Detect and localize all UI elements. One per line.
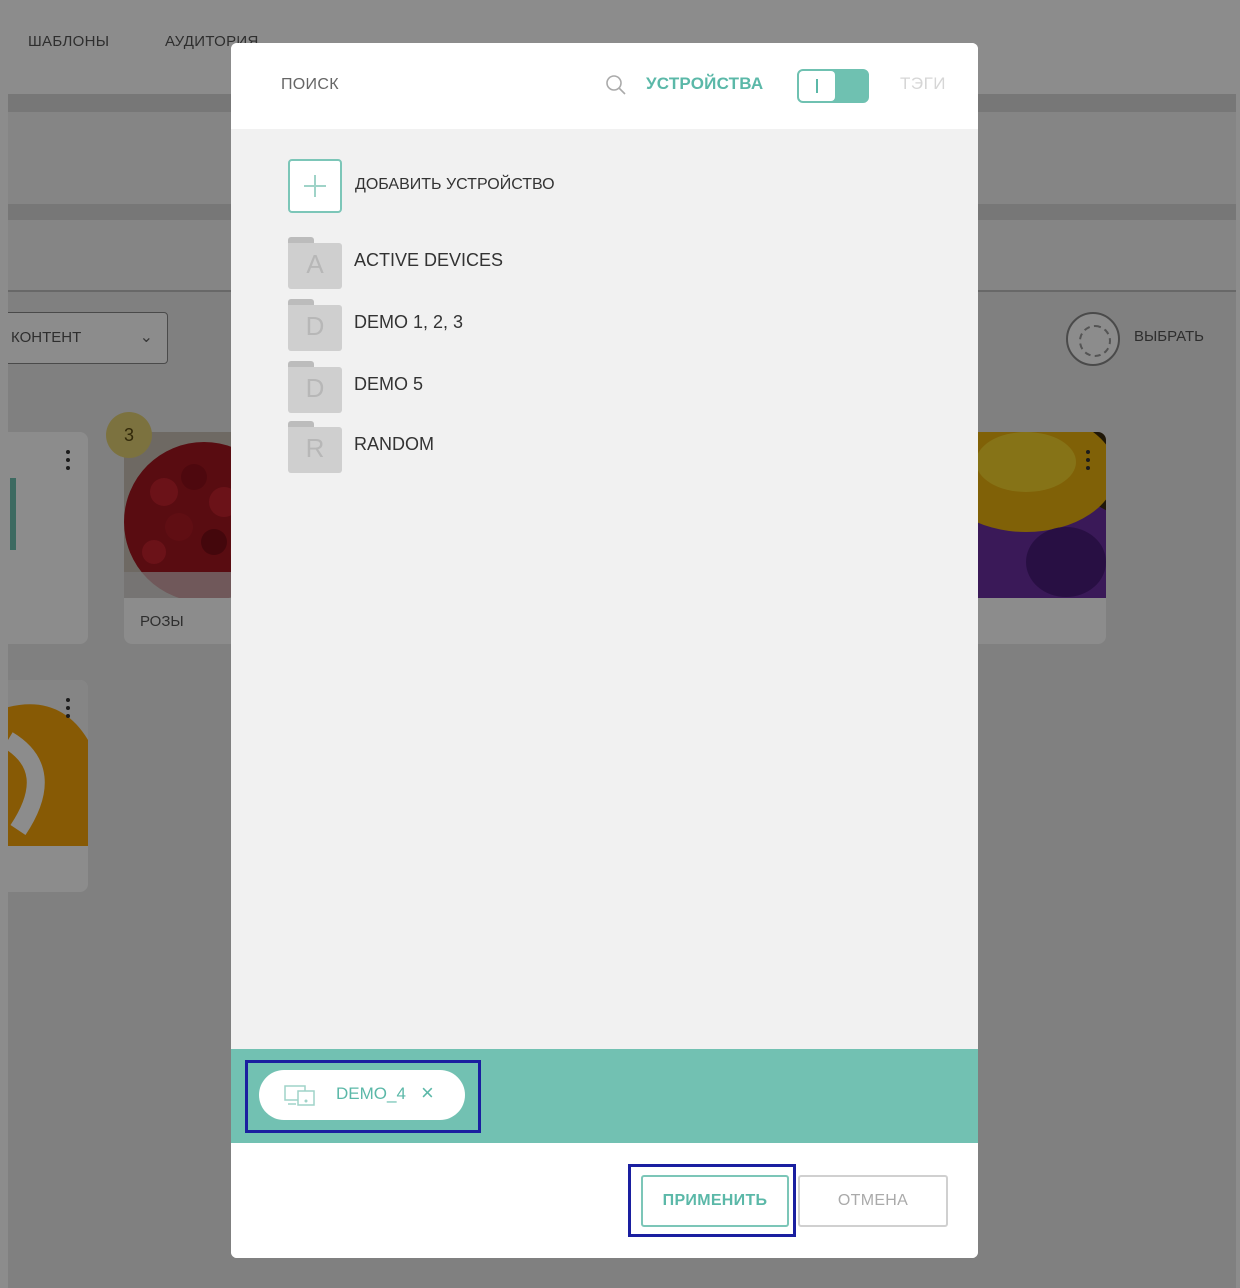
folder-icon: R bbox=[288, 421, 342, 473]
device-picker-modal: ПОИСК УСТРОЙСТВА ТЭГИ ДОБАВИТЬ УСТРОЙСТВ… bbox=[231, 43, 978, 1258]
folder-icon: A bbox=[288, 237, 342, 289]
tab-devices[interactable]: УСТРОЙСТВА bbox=[646, 74, 763, 94]
toggle-knob bbox=[799, 71, 835, 101]
modal-footer: ПРИМЕНИТЬ ОТМЕНА bbox=[231, 1143, 978, 1258]
folder-name: DEMO 1, 2, 3 bbox=[354, 312, 464, 332]
search-icon[interactable] bbox=[605, 74, 627, 101]
highlight-box bbox=[628, 1164, 796, 1237]
modal-header: ПОИСК УСТРОЙСТВА ТЭГИ bbox=[231, 43, 978, 129]
add-device-label[interactable]: ДОБАВИТЬ УСТРОЙСТВО bbox=[355, 176, 555, 194]
folder-icon: D bbox=[288, 361, 342, 413]
folder-name: DEMO 5 bbox=[354, 374, 424, 394]
plus-icon[interactable] bbox=[288, 159, 342, 213]
folder-icon: D bbox=[288, 299, 342, 351]
selected-devices-bar: DEMO_4 × bbox=[231, 1049, 978, 1143]
search-label[interactable]: ПОИСК bbox=[281, 76, 339, 94]
folder-name: RANDOM bbox=[354, 434, 434, 454]
cancel-button[interactable]: ОТМЕНА bbox=[798, 1175, 948, 1227]
highlight-box bbox=[245, 1060, 481, 1133]
folder-name: ACTIVE DEVICES bbox=[354, 250, 504, 270]
devices-tags-toggle[interactable] bbox=[797, 69, 869, 103]
tab-tags[interactable]: ТЭГИ bbox=[900, 74, 946, 94]
